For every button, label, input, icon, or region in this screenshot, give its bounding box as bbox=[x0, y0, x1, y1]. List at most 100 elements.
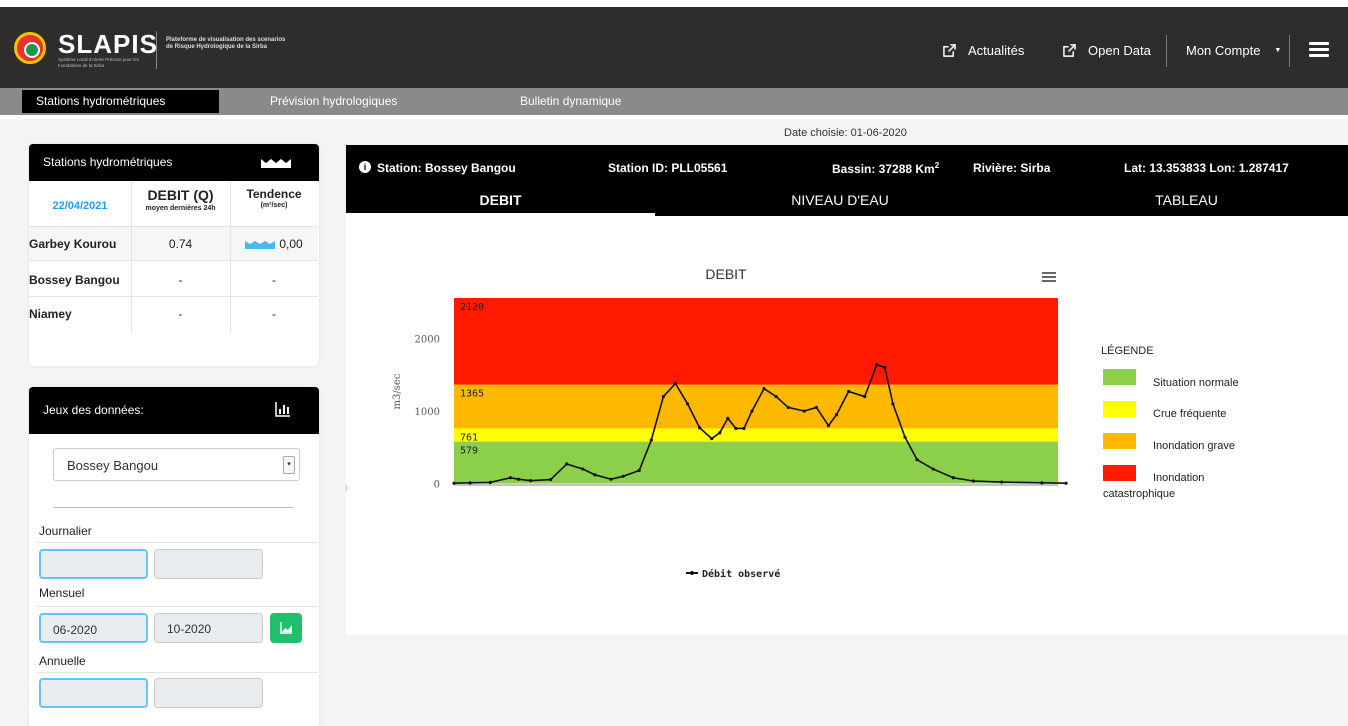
open-data-label: Open Data bbox=[1088, 43, 1151, 58]
tab-niveau-eau[interactable]: NIVEAU D'EAU bbox=[655, 189, 1025, 216]
row-divider bbox=[37, 542, 318, 543]
annual-to-input[interactable] bbox=[154, 678, 263, 708]
station-id-info: Station ID: PLL05561 bbox=[608, 161, 728, 175]
y-tick-label: 2000 bbox=[415, 335, 440, 346]
threshold-label: 1365 bbox=[460, 389, 484, 400]
series-point bbox=[549, 477, 553, 482]
series-point bbox=[814, 405, 818, 410]
hamburger-menu-icon[interactable] bbox=[1309, 42, 1329, 58]
series-point bbox=[468, 481, 472, 485]
trend-value: 0,00 bbox=[279, 237, 303, 251]
stations-card: Stations hydrométriques 22/04/2021 DEBIT… bbox=[29, 144, 319, 366]
monthly-to-input[interactable]: 10-2020 bbox=[154, 613, 263, 643]
series-point bbox=[726, 416, 730, 420]
area-chart-icon bbox=[280, 622, 292, 634]
col-debit-subheader: moyen dernières 24h bbox=[145, 205, 216, 212]
legend-label-frequent: Crue fréquente bbox=[1153, 408, 1227, 420]
series-point bbox=[750, 409, 754, 413]
legend-label-normal: Situation normale bbox=[1153, 377, 1239, 389]
app-header: SLAPIS Système Local d'Alerte Précoce po… bbox=[0, 0, 1348, 88]
caret-down-icon: ▼ bbox=[1274, 47, 1282, 54]
table-row[interactable]: Bossey Bangou - - bbox=[29, 261, 318, 297]
series-point bbox=[1064, 481, 1068, 485]
external-link-icon bbox=[1063, 44, 1076, 57]
threshold-label: 761 bbox=[460, 432, 478, 443]
col-trend-header: Tendence bbox=[246, 187, 302, 201]
row-divider bbox=[37, 672, 318, 673]
series-point bbox=[593, 473, 597, 477]
monthly-from-input[interactable]: 06-2020 bbox=[39, 613, 148, 643]
series-point bbox=[891, 402, 895, 406]
series-point bbox=[637, 468, 641, 473]
series-point bbox=[698, 426, 702, 430]
select-arrow-icon[interactable]: ▾ bbox=[283, 456, 295, 474]
annual-from-input[interactable] bbox=[39, 678, 148, 708]
trend-wave-icon bbox=[245, 240, 276, 249]
station-name[interactable]: Garbey Kourou bbox=[29, 237, 131, 251]
series-point bbox=[863, 394, 867, 399]
table-row[interactable]: Niamey - - bbox=[29, 297, 318, 333]
tab-debit[interactable]: DEBIT bbox=[346, 189, 655, 216]
series-point bbox=[685, 402, 690, 406]
legend-label-catastrophic: Inondation bbox=[1153, 472, 1205, 484]
station-name[interactable]: Bossey Bangou bbox=[29, 273, 131, 287]
bassin-info: Bassin: 37288 Km2 bbox=[832, 161, 939, 176]
open-data-link[interactable]: Open Data bbox=[1063, 43, 1151, 58]
station-trend: - bbox=[272, 273, 276, 287]
series-point bbox=[742, 426, 746, 431]
series-legend-label: Débit observé bbox=[702, 568, 780, 580]
station-name[interactable]: Niamey bbox=[29, 307, 131, 321]
external-link-icon bbox=[943, 44, 956, 57]
water-level-icon bbox=[261, 159, 291, 168]
col-trend-subheader: (m³/sec) bbox=[260, 202, 288, 209]
series-point bbox=[826, 423, 831, 428]
chart-menu-icon[interactable] bbox=[1042, 272, 1056, 282]
threshold-label: 2120 bbox=[460, 302, 484, 313]
brand-subtitle: Système Local d'Alerte Précoce pour les … bbox=[58, 57, 139, 68]
series-point bbox=[516, 477, 521, 481]
station-info-bar: i Station: Bossey Bangou Station ID: PLL… bbox=[346, 145, 1348, 189]
chart-title: DEBIT bbox=[705, 266, 747, 282]
bar-chart-icon bbox=[275, 402, 290, 417]
bassin-value: Bassin: 37288 Km bbox=[832, 162, 935, 176]
series-point bbox=[951, 476, 955, 480]
bassin-unit-sup: 2 bbox=[934, 161, 940, 170]
daily-to-input[interactable] bbox=[154, 549, 263, 579]
tab-bulletin[interactable]: Bulletin dynamique bbox=[520, 90, 621, 113]
account-dropdown[interactable]: Mon Compte ▼ bbox=[1186, 43, 1281, 58]
series-point bbox=[649, 438, 653, 442]
news-link-label: Actualités bbox=[968, 43, 1025, 58]
series-point bbox=[915, 458, 919, 462]
tab-tableau[interactable]: TABLEAU bbox=[1025, 189, 1348, 216]
series-point bbox=[1040, 481, 1044, 485]
show-chart-button[interactable] bbox=[270, 613, 302, 643]
station-debit: 0.74 bbox=[168, 237, 193, 251]
stations-card-title: Stations hydrométriques bbox=[43, 155, 173, 169]
brand-name[interactable]: SLAPIS bbox=[58, 29, 158, 60]
legend-label-catastrophic-2: catastrophique bbox=[1103, 488, 1176, 500]
column-divider bbox=[131, 181, 132, 333]
section-divider bbox=[53, 507, 293, 508]
annual-label: Annuelle bbox=[39, 654, 86, 668]
table-row[interactable]: Garbey Kourou 0.74 0,00 bbox=[29, 227, 318, 261]
y-tick-label: 0 bbox=[434, 480, 440, 491]
selected-date: Date choisie: 01-06-2020 bbox=[784, 127, 907, 139]
debit-chart: DEBIT57976113652120010002000m3/sec15-06-… bbox=[346, 266, 1068, 580]
datasets-card: Jeux des données: Bossey Bangou ▾ Journa… bbox=[29, 387, 319, 726]
active-tab-indicator bbox=[346, 213, 655, 216]
tab-stations[interactable]: Stations hydrométriques bbox=[22, 90, 219, 113]
threshold-band bbox=[454, 441, 1058, 484]
series-point bbox=[786, 405, 790, 410]
series-point bbox=[661, 394, 665, 399]
series-point bbox=[762, 387, 766, 391]
daily-from-input[interactable] bbox=[39, 549, 148, 579]
series-point bbox=[581, 467, 585, 471]
news-link[interactable]: Actualités bbox=[943, 43, 1024, 58]
station-select[interactable]: Bossey Bangou ▾ bbox=[53, 448, 300, 481]
tab-prevision[interactable]: Prévision hydrologiques bbox=[270, 90, 397, 113]
series-point bbox=[847, 389, 851, 394]
series-point bbox=[710, 437, 714, 441]
series-point bbox=[1000, 480, 1004, 484]
slapis-logo-icon[interactable] bbox=[14, 32, 46, 64]
series-point bbox=[508, 476, 512, 480]
